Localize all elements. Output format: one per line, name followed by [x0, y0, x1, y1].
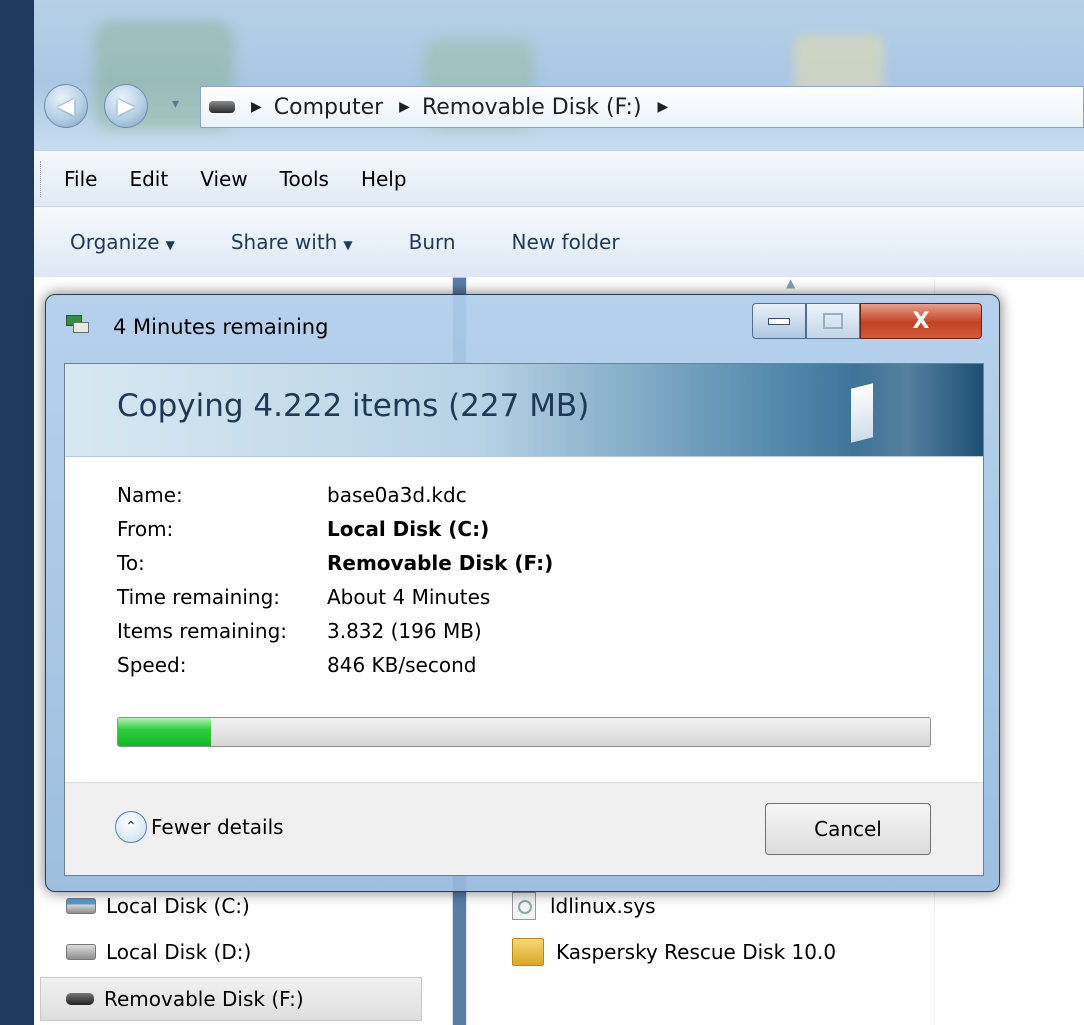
progress-fill	[118, 718, 212, 746]
breadcrumb-arrow-icon[interactable]: ▶	[251, 99, 262, 115]
maximize-icon	[823, 313, 843, 329]
sidebar-item-local-disk-d[interactable]: Local Disk (D:)	[66, 932, 456, 972]
system-file-icon	[512, 892, 536, 920]
forward-button[interactable]: ▶	[104, 84, 148, 128]
document-icon	[851, 378, 875, 443]
detail-time-row: Time remaining: About 4 Minutes	[117, 585, 491, 609]
address-bar[interactable]: ▶ Computer ▶ Removable Disk (F:) ▶	[200, 86, 1084, 128]
detail-to-row: To: Removable Disk (F:)	[117, 551, 554, 575]
sidebar-item-local-disk-c[interactable]: Local Disk (C:)	[66, 886, 456, 926]
chevron-down-icon: ▼	[343, 238, 353, 252]
close-button[interactable]: X	[860, 303, 982, 339]
sort-arrow-icon[interactable]: ▲	[786, 276, 795, 290]
menubar-grip	[40, 161, 44, 197]
hard-drive-windows-icon	[66, 898, 96, 914]
to-link[interactable]: Removable Disk (F:)	[327, 551, 553, 575]
back-arrow-icon: ◀	[57, 93, 75, 119]
cancel-button[interactable]: Cancel	[765, 803, 931, 855]
detail-from-row: From: Local Disk (C:)	[117, 517, 490, 541]
file-item-kaspersky-folder[interactable]: Kaspersky Rescue Disk 10.0	[512, 932, 836, 972]
dialog-body: Copying 4.222 items (227 MB) Name: base0…	[64, 363, 984, 876]
usb-drive-icon	[66, 993, 94, 1005]
file-item-ldlinux[interactable]: ldlinux.sys	[512, 886, 656, 926]
sidebar-item-removable-disk-f[interactable]: Removable Disk (F:)	[40, 977, 422, 1021]
chevron-down-icon: ▾	[172, 96, 180, 112]
usb-drive-icon	[209, 101, 235, 113]
back-button[interactable]: ◀	[44, 84, 88, 128]
copy-progress-dialog: 4 Minutes remaining X Copying 4.222 item…	[45, 294, 1000, 892]
dialog-title: 4 Minutes remaining	[113, 315, 329, 339]
menu-help[interactable]: Help	[349, 167, 419, 191]
detail-items-row: Items remaining: 3.832 (196 MB)	[117, 619, 482, 643]
from-link[interactable]: Local Disk (C:)	[327, 517, 489, 541]
breadcrumb-arrow-icon[interactable]: ▶	[399, 99, 410, 115]
organize-button[interactable]: Organize ▼	[54, 230, 191, 254]
menu-edit[interactable]: Edit	[117, 167, 180, 191]
minimize-button[interactable]	[752, 303, 806, 339]
file-name-value: base0a3d.kdc	[327, 483, 467, 507]
desktop-edge	[0, 0, 34, 1025]
dialog-footer: ⌃ Fewer details Cancel	[65, 782, 983, 875]
copy-files-icon	[66, 315, 89, 333]
chevron-up-icon: ⌃	[115, 811, 147, 843]
folder-icon	[512, 938, 544, 966]
chevron-down-icon: ▼	[165, 238, 175, 252]
menu-file[interactable]: File	[52, 167, 109, 191]
copy-heading: Copying 4.222 items (227 MB)	[117, 388, 590, 424]
menu-tools[interactable]: Tools	[268, 167, 341, 191]
dialog-header-band: Copying 4.222 items (227 MB)	[65, 364, 983, 457]
menu-bar: File Edit View Tools Help	[34, 150, 1084, 207]
maximize-button[interactable]	[806, 303, 860, 339]
detail-speed-row: Speed: 846 KB/second	[117, 653, 477, 677]
breadcrumb-arrow-icon[interactable]: ▶	[658, 99, 669, 115]
speed-value: 846 KB/second	[327, 653, 477, 677]
items-remaining-value: 3.832 (196 MB)	[327, 619, 482, 643]
copy-progress-bar	[117, 717, 931, 747]
burn-button[interactable]: Burn	[393, 230, 472, 254]
fewer-details-button[interactable]: ⌃ Fewer details	[115, 811, 284, 843]
minimize-icon	[768, 317, 790, 325]
menu-view[interactable]: View	[188, 167, 259, 191]
hard-drive-icon	[66, 944, 96, 960]
forward-arrow-icon: ▶	[117, 93, 135, 119]
close-icon: X	[912, 308, 930, 334]
share-with-button[interactable]: Share with ▼	[215, 230, 369, 254]
detail-name-row: Name: base0a3d.kdc	[117, 483, 467, 507]
time-remaining-value: About 4 Minutes	[327, 585, 491, 609]
breadcrumb-removable-disk[interactable]: Removable Disk (F:)	[422, 95, 642, 120]
new-folder-button[interactable]: New folder	[496, 230, 636, 254]
command-bar: Organize ▼ Share with ▼ Burn New folder	[34, 206, 1084, 278]
recent-pages-dropdown[interactable]: ▾	[172, 96, 179, 112]
breadcrumb-computer[interactable]: Computer	[274, 95, 383, 120]
